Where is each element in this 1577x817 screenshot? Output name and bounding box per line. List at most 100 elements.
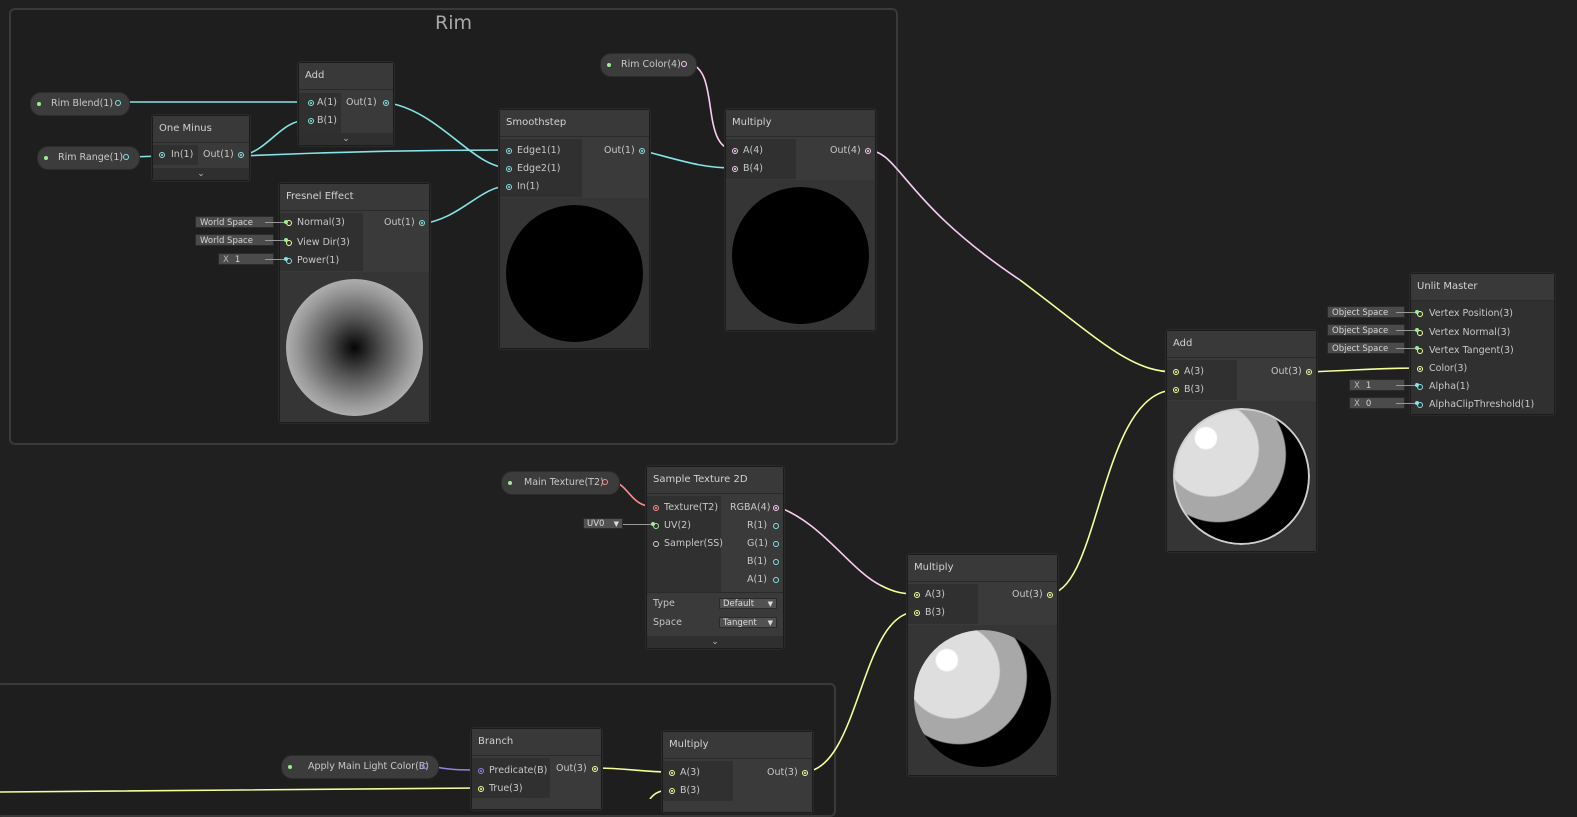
node-unlit-master[interactable]: Unlit Master Vertex Position(3) Vertex N… [1410,273,1555,415]
port-in-a[interactable]: A(3) [669,764,700,782]
node-fresnel-effect[interactable]: Fresnel Effect Normal(3) View Dir(3) Pow… [279,183,430,423]
master-normal-default[interactable]: Object Space [1327,324,1405,336]
wire-rgba-multa [774,505,881,586]
port-vertex-position[interactable]: Vertex Position(3) [1417,305,1513,323]
port-in-a[interactable]: A(3) [1173,363,1204,381]
group-rim-title: Rim [435,12,472,34]
port-alpha[interactable]: Alpha(1) [1417,378,1469,396]
master-position-default[interactable]: Object Space [1327,306,1405,318]
node-multiply-rim[interactable]: Multiply A(4) B(4) Out(4) [725,109,876,331]
node-add-rim[interactable]: Add A(1) B(1) Out(1) ⌄ [298,62,394,146]
property-apply-main-light[interactable]: Apply Main Light Color(B) [281,755,439,779]
port-in-uv[interactable]: UV(2) [653,517,691,535]
port-out[interactable]: Out(1) [203,146,244,164]
port-out[interactable]: Out(3) [1271,363,1312,381]
chevron-down-icon[interactable]: ⌄ [153,168,249,180]
chevron-down-icon[interactable]: ⌄ [647,636,783,648]
inline-connector [1396,383,1419,387]
property-out-port[interactable] [681,61,687,67]
property-out-port[interactable] [115,100,121,106]
node-multiply-light[interactable]: Multiply A(3) B(3) Out(3) [662,731,813,813]
port-out-b[interactable]: B(1) [747,553,779,571]
node-add-final[interactable]: Add A(3) B(3) Out(3) [1166,330,1317,552]
port-in-b[interactable]: B(3) [669,782,700,800]
port-in-a[interactable]: A(3) [914,586,945,604]
port-out-a[interactable]: A(1) [747,571,779,589]
preview-sphere-lit [1173,408,1310,545]
port-in-b[interactable]: B(3) [914,604,945,622]
port-in-sampler[interactable]: Sampler(SS) [653,535,723,553]
chevron-down-icon[interactable]: ⌄ [299,133,393,145]
preview-sphere-smoothstep [506,205,643,342]
port-out-g[interactable]: G(1) [747,535,779,553]
node-sample-texture-2d[interactable]: Sample Texture 2D Texture(T2) UV(2) Samp… [646,466,784,649]
port-in-power[interactable]: Power(1) [286,252,339,270]
fresnel-viewdir-default[interactable]: World Space [195,234,274,246]
port-out-rgba[interactable]: RGBA(4) [730,499,779,517]
port-out-r[interactable]: R(1) [747,517,779,535]
port-in-normal[interactable]: Normal(3) [286,214,345,232]
dropdown-arrow-icon: ▼ [767,619,773,627]
property-out-port[interactable] [602,479,608,485]
port-out[interactable]: Out(3) [767,764,808,782]
port-in-a[interactable]: A(4) [732,142,763,160]
wire-multrim-adda-b [1019,279,1176,373]
inline-connector [1396,401,1419,405]
port-in[interactable]: In(1) [159,146,193,164]
node-title: Smoothstep [500,110,649,137]
wire-multtex-addb [1047,389,1176,595]
node-smoothstep[interactable]: Smoothstep Edge1(1) Edge2(1) In(1) Out(1… [499,109,650,349]
space-dropdown[interactable]: Tangent ▼ [719,617,777,628]
node-multiply-texture[interactable]: Multiply A(3) B(3) Out(3) [907,554,1058,776]
type-dropdown[interactable]: Default ▼ [719,598,777,609]
port-alpha-clip[interactable]: AlphaClipThreshold(1) [1417,396,1534,414]
property-rim-blend[interactable]: Rim Blend(1) [30,92,130,116]
inline-connector [1396,310,1419,314]
port-out[interactable]: Out(1) [384,214,425,232]
port-out[interactable]: Out(3) [556,760,598,778]
port-in-texture[interactable]: Texture(T2) [653,499,718,517]
texture-settings: Type Default ▼ Space Tangent ▼ [647,592,783,637]
node-preview [280,272,429,422]
port-out[interactable]: Out(1) [346,94,389,112]
node-title: One Minus [153,116,249,143]
property-rim-range[interactable]: Rim Range(1) [37,146,140,170]
fresnel-normal-default[interactable]: World Space [195,216,274,228]
port-in-edge2[interactable]: Edge2(1) [506,160,560,178]
port-in-b[interactable]: B(3) [1173,381,1204,399]
node-branch[interactable]: Branch Predicate(B) True(3) Out(3) [471,728,602,810]
wire-add-color [1307,367,1420,373]
inline-connector [1396,346,1419,350]
port-in-in[interactable]: In(1) [506,178,539,196]
port-in-edge1[interactable]: Edge1(1) [506,142,560,160]
node-preview [908,625,1057,775]
property-dot [44,156,48,160]
port-in-predicate[interactable]: Predicate(B) [478,762,547,780]
inline-connector [1396,328,1419,332]
property-label: Rim Range(1) [58,152,124,163]
property-dot [37,102,41,106]
port-out[interactable]: Out(1) [604,142,645,160]
space-label: Space [653,617,682,628]
port-in-b[interactable]: B(1) [308,112,337,130]
port-in-viewdir[interactable]: View Dir(3) [286,234,350,252]
port-color[interactable]: Color(3) [1417,360,1467,378]
node-preview [1167,401,1316,551]
property-out-port[interactable] [422,763,428,769]
master-tangent-default[interactable]: Object Space [1327,342,1405,354]
property-out-port[interactable] [123,154,129,160]
port-vertex-tangent[interactable]: Vertex Tangent(3) [1417,342,1514,360]
port-out[interactable]: Out(3) [1012,586,1053,604]
property-main-texture[interactable]: Main Texture(T2) [501,471,620,495]
port-in-true[interactable]: True(3) [478,780,523,798]
port-in-b[interactable]: B(4) [732,160,763,178]
uv-channel-dropdown[interactable]: UV0 ▼ [583,518,623,529]
port-vertex-normal[interactable]: Vertex Normal(3) [1417,324,1510,342]
port-out[interactable]: Out(4) [830,142,871,160]
port-in-a[interactable]: A(1) [308,94,337,112]
node-preview [726,180,875,330]
preview-sphere-fresnel [286,279,423,416]
inline-connector [265,220,288,224]
node-one-minus[interactable]: One Minus In(1) Out(1) ⌄ [152,115,250,181]
property-rim-color[interactable]: Rim Color(4) [600,53,697,77]
